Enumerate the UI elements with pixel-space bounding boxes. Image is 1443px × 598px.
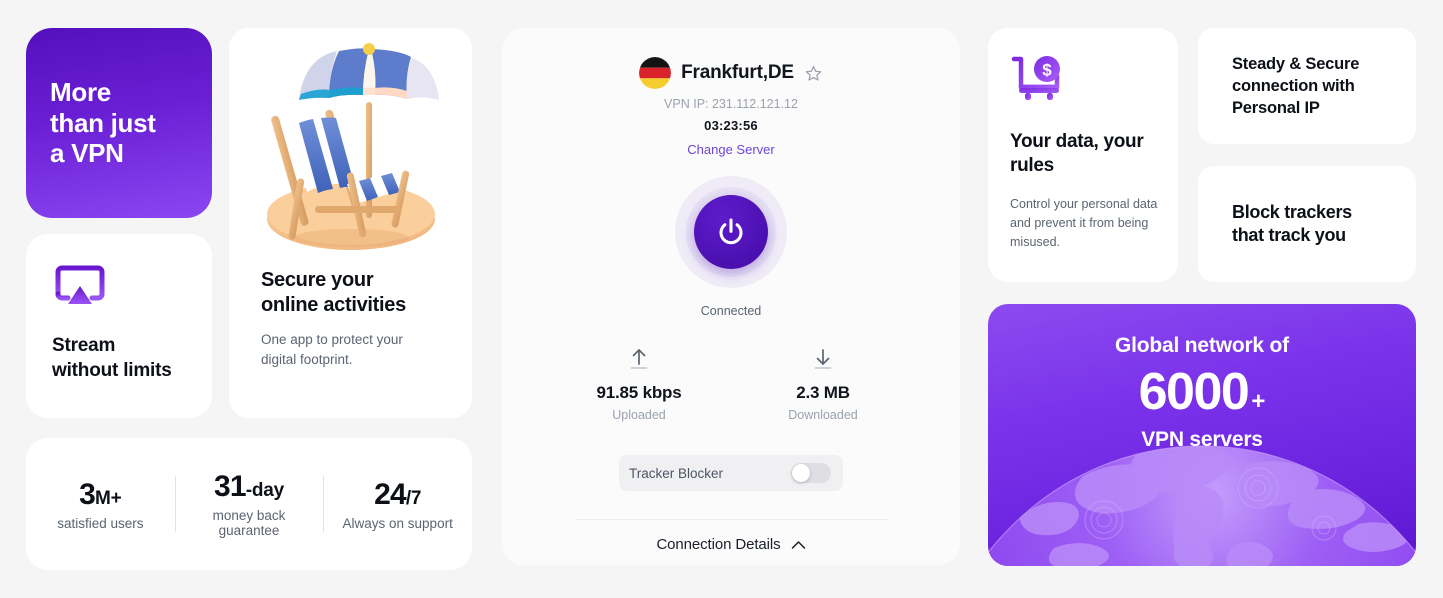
stream-line-2: without limits — [52, 359, 172, 381]
promo-line-3: a VPN — [50, 138, 124, 169]
star-outline-icon[interactable] — [804, 64, 823, 83]
tracker-blocker-label: Tracker Blocker — [629, 465, 724, 481]
power-button-rings — [675, 176, 787, 288]
steady-line-1: Steady & Secure — [1232, 54, 1360, 73]
power-button-inner-ring — [686, 187, 776, 277]
stat-label: money back guarantee — [212, 508, 286, 538]
stat-suffix: -day — [245, 480, 285, 501]
global-network-plus: + — [1251, 388, 1266, 415]
germany-flag-icon — [639, 57, 672, 89]
data-rules-subtitle: Control your personal data and prevent i… — [1010, 196, 1158, 250]
promo-card: More than just a VPN — [26, 28, 212, 218]
upload-label: Uploaded — [612, 408, 666, 422]
block-trackers-card: Block trackers that track you — [1198, 166, 1416, 282]
global-network-card: Global network of 6000 + VPN servers — [988, 304, 1416, 566]
traffic-row: 91.85 kbps Uploaded 2.3 MB Downloaded — [502, 347, 960, 422]
global-network-top-text: Global network of — [1115, 334, 1289, 357]
promo-line-2: than just — [50, 107, 156, 138]
steady-secure-text: Steady & Secure connection with Personal… — [1232, 53, 1359, 119]
data-rules-title-line-2: rules — [1010, 155, 1054, 177]
block-line-2: that track you — [1232, 225, 1346, 245]
connection-status: Connected — [700, 304, 762, 318]
chevron-up-icon — [791, 540, 805, 549]
stream-label: Stream without limits — [52, 334, 190, 383]
vpn-ip: VPN IP: 231.112.121.12 — [664, 97, 798, 111]
global-network-content: Global network of 6000 + VPN servers — [988, 304, 1416, 452]
stat-value: 31-day — [213, 470, 285, 503]
global-network-bottom-text: VPN servers — [1141, 428, 1263, 451]
tracker-blocker-row[interactable]: Tracker Blocker — [619, 455, 843, 491]
secure-title: Secure your online activities — [261, 268, 472, 318]
global-network-count: 6000 — [1138, 363, 1250, 421]
steady-line-3: Personal IP — [1232, 99, 1320, 118]
stat-suffix: /7 — [405, 487, 422, 509]
secure-card: Secure your online activities One app to… — [229, 28, 472, 418]
promo-text: More than just a VPN — [50, 77, 156, 169]
stats-card: 3M+ satisfied users 31-day money back gu… — [26, 438, 472, 570]
stat-value: 3M+ — [79, 477, 122, 511]
stat-label: satisfied users — [57, 515, 144, 531]
stat-item: 24/7 Always on support — [323, 478, 472, 531]
secure-title-line-2: online activities — [261, 294, 406, 317]
download-stat: 2.3 MB Downloaded — [769, 347, 877, 422]
tracker-blocker-toggle[interactable] — [791, 463, 831, 483]
stat-suffix: M+ — [95, 487, 122, 509]
server-row: Frankfurt,DE — [639, 57, 823, 89]
secure-title-line-1: Secure your — [261, 269, 374, 291]
promo-line-1: More — [50, 76, 111, 107]
server-name: Frankfurt,DE — [681, 62, 794, 83]
steady-line-2: connection with — [1232, 76, 1355, 95]
data-rules-card: $ Your data, your rules Control your per… — [988, 28, 1178, 282]
toggle-knob — [792, 464, 810, 482]
svg-text:$: $ — [1042, 61, 1052, 80]
vpn-panel: Frankfurt,DE VPN IP: 231.112.121.12 03:2… — [502, 28, 960, 565]
upload-value: 91.85 kbps — [596, 383, 682, 402]
stream-line-1: Stream — [52, 335, 116, 356]
app-root: More than just a VPN Stream without limi… — [0, 0, 1443, 598]
upload-stat: 91.85 kbps Uploaded — [585, 347, 693, 422]
data-rules-title-line-1: Your data, your — [1010, 131, 1144, 152]
download-label: Downloaded — [788, 408, 858, 422]
airplay-icon — [55, 265, 105, 304]
beach-chair-umbrella-illustration — [267, 43, 439, 250]
global-network-count-row: 6000 + — [988, 366, 1416, 418]
power-button[interactable] — [694, 195, 768, 269]
cart-with-dollar-coin-icon: $ — [1011, 56, 1060, 100]
stat-value: 24/7 — [374, 477, 422, 511]
stat-item: 31-day money back guarantee — [175, 470, 324, 538]
connection-details-label: Connection Details — [656, 536, 781, 553]
steady-secure-card: Steady & Secure connection with Personal… — [1198, 28, 1416, 144]
download-value: 2.3 MB — [796, 383, 850, 402]
power-icon — [719, 218, 743, 245]
stat-label: Always on support — [342, 515, 453, 531]
secure-subtitle: One app to protect your digital footprin… — [261, 332, 403, 367]
data-rules-title: Your data, your rules — [1010, 130, 1158, 179]
block-line-1: Block trackers — [1232, 201, 1352, 222]
stream-card: Stream without limits — [26, 234, 212, 418]
download-arrow-icon — [814, 349, 832, 369]
session-timer: 03:23:56 — [704, 118, 758, 133]
change-server-link[interactable]: Change Server — [687, 142, 774, 157]
stat-item: 3M+ satisfied users — [26, 478, 175, 531]
panel-divider — [575, 519, 887, 520]
block-trackers-text: Block trackers that track you — [1232, 201, 1352, 248]
connection-details-toggle[interactable]: Connection Details — [656, 536, 805, 553]
upload-arrow-icon — [630, 349, 648, 369]
